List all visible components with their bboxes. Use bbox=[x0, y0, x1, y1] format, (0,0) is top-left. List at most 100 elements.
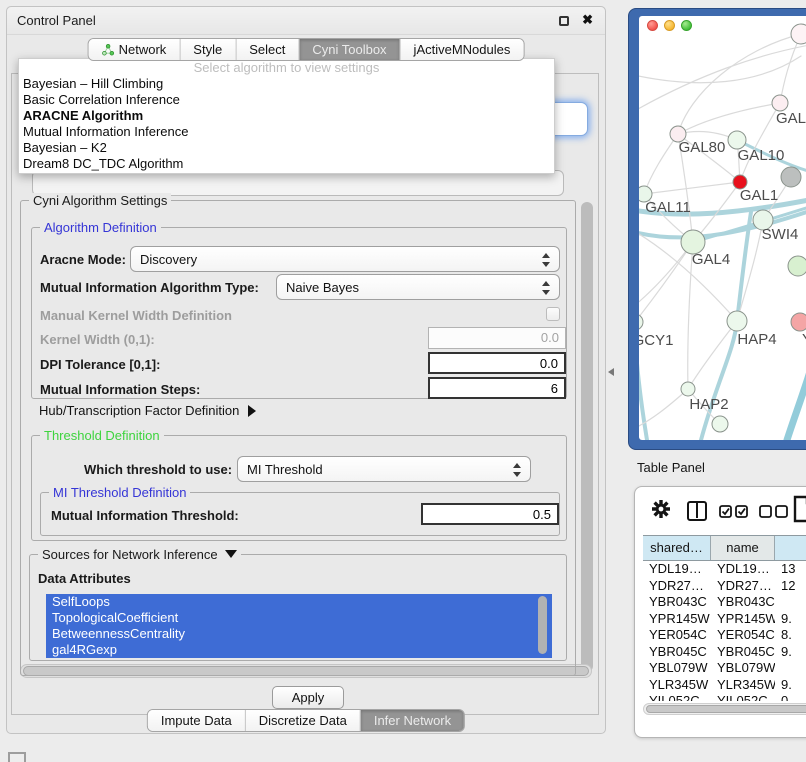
network-view-window: GAL8GAL80GAL10GAL1GAL11SWI4GAL4GCY1HAP4Y… bbox=[628, 8, 806, 450]
algorithm-option-mutual-information-inference[interactable]: Mutual Information Inference bbox=[19, 124, 554, 140]
tab-select[interactable]: Select bbox=[235, 39, 298, 60]
table-row[interactable]: YDR27…YDR27…12 bbox=[643, 578, 806, 595]
dpi-tolerance-field[interactable]: 0.0 bbox=[428, 352, 566, 374]
collapse-arrow-icon[interactable] bbox=[225, 550, 237, 558]
table-row[interactable]: YBR043CYBR043C bbox=[643, 594, 806, 611]
data-attribute-selfloops[interactable]: SelfLoops bbox=[46, 594, 552, 610]
column-header-shared[interactable]: shared… bbox=[643, 536, 711, 560]
table-row[interactable]: YPR145WYPR145W9. bbox=[643, 611, 806, 628]
network-node[interactable] bbox=[781, 167, 801, 187]
network-node-gal8[interactable] bbox=[772, 95, 788, 111]
network-node[interactable] bbox=[791, 24, 806, 44]
table-panel-window: shared…name YDL19…YDL19…13YDR27…YDR27…12… bbox=[634, 486, 806, 738]
tab-cyni-toolbox[interactable]: Cyni Toolbox bbox=[298, 39, 399, 60]
network-edge[interactable] bbox=[644, 182, 740, 194]
settings-group-title: Cyni Algorithm Settings bbox=[29, 193, 171, 208]
algorithm-option-aracne-algorithm[interactable]: ARACNE Algorithm bbox=[19, 108, 554, 124]
select-all-checkboxes-icon[interactable] bbox=[719, 505, 749, 518]
network-node[interactable] bbox=[712, 416, 728, 432]
table-cell: YER054C bbox=[711, 627, 775, 644]
hub-definition-expander[interactable]: Hub/Transcription Factor Definition bbox=[39, 403, 256, 418]
table-row[interactable]: YIL052CYIL052C0. bbox=[643, 693, 806, 701]
mi-type-value: Naive Bayes bbox=[286, 280, 359, 295]
table-row[interactable]: YER054CYER054C8. bbox=[643, 627, 806, 644]
table-cell: YDR27… bbox=[643, 578, 711, 595]
network-edge[interactable] bbox=[644, 134, 678, 194]
manual-kernel-checkbox[interactable] bbox=[546, 307, 560, 321]
settings-vertical-scrollbar[interactable] bbox=[580, 202, 594, 672]
network-node-y[interactable] bbox=[791, 313, 806, 331]
kernel-width-field[interactable]: 0.0 bbox=[428, 327, 566, 349]
algorithm-dropdown-popup: Select algorithm to view settings Bayesi… bbox=[18, 58, 555, 174]
tab-jactivemnodules[interactable]: jActiveMNodules bbox=[400, 39, 524, 60]
table-row[interactable]: YLR345WYLR345W9. bbox=[643, 677, 806, 694]
bottom-tab-impute-data[interactable]: Impute Data bbox=[148, 710, 245, 731]
network-node-hap4[interactable] bbox=[727, 311, 747, 331]
network-node-label: GAL8 bbox=[776, 110, 806, 127]
which-threshold-combo[interactable]: MI Threshold bbox=[237, 456, 531, 482]
mi-algorithm-type-combo[interactable]: Naive Bayes bbox=[276, 274, 560, 300]
split-pane-handle-icon[interactable] bbox=[608, 368, 614, 376]
table-row[interactable]: YBL079WYBL079W bbox=[643, 660, 806, 677]
column-header-col2[interactable] bbox=[775, 536, 806, 560]
algorithm-option-basic-correlation-inference[interactable]: Basic Correlation Inference bbox=[19, 92, 554, 108]
network-edge[interactable] bbox=[780, 34, 801, 103]
algorithm-option-dream8-dc-tdc-algorithm[interactable]: Dream8 DC_TDC Algorithm bbox=[19, 156, 554, 172]
network-edge[interactable] bbox=[737, 220, 763, 321]
mi-threshold-field[interactable]: 0.5 bbox=[421, 503, 559, 525]
table-cell: 9. bbox=[775, 677, 806, 694]
aracne-mode-combo[interactable]: Discovery bbox=[130, 246, 560, 272]
data-attribute-gal4rgexp[interactable]: gal4RGexp bbox=[46, 642, 552, 658]
table-row[interactable]: YDL19…YDL19…13 bbox=[643, 561, 806, 578]
minimize-window-icon[interactable] bbox=[664, 20, 675, 31]
column-layout-icon[interactable] bbox=[687, 501, 707, 521]
table-cell: 9. bbox=[775, 611, 806, 628]
aracne-mode-label: Aracne Mode: bbox=[40, 252, 126, 267]
algorithm-option-bayesian-k2[interactable]: Bayesian – K2 bbox=[19, 140, 554, 156]
network-tab-icon bbox=[102, 43, 115, 56]
network-edge[interactable] bbox=[639, 242, 693, 322]
apply-button[interactable]: Apply bbox=[272, 686, 344, 709]
tab-network[interactable]: Network bbox=[89, 39, 180, 60]
network-node-hap2[interactable] bbox=[681, 382, 695, 396]
data-attribute-betweennesscentrality[interactable]: BetweennessCentrality bbox=[46, 626, 552, 642]
network-edge[interactable] bbox=[639, 56, 801, 83]
network-node-gcy1[interactable] bbox=[639, 314, 643, 330]
table-cell: 12 bbox=[775, 578, 806, 595]
zoom-window-icon[interactable] bbox=[681, 20, 692, 31]
float-panel-icon[interactable] bbox=[559, 16, 569, 26]
table-row[interactable]: YBR045CYBR045C9. bbox=[643, 644, 806, 661]
tab-label: Select bbox=[249, 42, 285, 57]
algorithm-definition-group: Algorithm Definition Aracne Mode: Discov… bbox=[31, 227, 567, 399]
deselect-all-checkboxes-icon[interactable] bbox=[759, 505, 789, 518]
network-edge[interactable] bbox=[787, 346, 806, 440]
network-node[interactable] bbox=[788, 256, 806, 276]
bottom-tab-infer-network[interactable]: Infer Network bbox=[360, 710, 464, 731]
table-horizontal-scrollbar[interactable] bbox=[643, 703, 806, 715]
table-cell: YBR045C bbox=[711, 644, 775, 661]
dropdown-options: Bayesian – Hill ClimbingBasic Correlatio… bbox=[19, 76, 554, 172]
network-edge[interactable] bbox=[639, 242, 693, 310]
dpi-tolerance-label: DPI Tolerance [0,1]: bbox=[40, 357, 160, 372]
algorithm-definition-title: Algorithm Definition bbox=[40, 220, 161, 235]
data-attribute-topologicalcoefficient[interactable]: TopologicalCoefficient bbox=[46, 610, 552, 626]
minimized-panel-icon[interactable] bbox=[8, 752, 26, 762]
attr-list-scrollbar[interactable] bbox=[538, 596, 547, 654]
table-cell bbox=[775, 660, 806, 677]
bottom-tab-discretize-data[interactable]: Discretize Data bbox=[245, 710, 360, 731]
close-window-icon[interactable] bbox=[647, 20, 658, 31]
network-canvas[interactable]: GAL8GAL80GAL10GAL1GAL11SWI4GAL4GCY1HAP4Y… bbox=[639, 16, 806, 440]
table-cell: YLR345W bbox=[643, 677, 711, 694]
gear-icon[interactable] bbox=[649, 497, 673, 521]
mi-steps-field[interactable]: 6 bbox=[428, 377, 566, 399]
table-cell: 9. bbox=[775, 644, 806, 661]
close-panel-icon[interactable]: ✖ bbox=[582, 12, 593, 28]
dropdown-prompt: Select algorithm to view settings bbox=[19, 59, 554, 76]
mi-steps-label: Mutual Information Steps: bbox=[40, 382, 200, 397]
network-canvas-area: GAL8GAL80GAL10GAL1GAL11SWI4GAL4GCY1HAP4Y… bbox=[639, 16, 806, 440]
tab-style[interactable]: Style bbox=[179, 39, 235, 60]
algorithm-option-bayesian-hill-climbing[interactable]: Bayesian – Hill Climbing bbox=[19, 76, 554, 92]
network-node-label: HAP4 bbox=[737, 331, 776, 348]
document-icon[interactable] bbox=[793, 495, 806, 523]
column-header-name[interactable]: name bbox=[711, 536, 775, 560]
